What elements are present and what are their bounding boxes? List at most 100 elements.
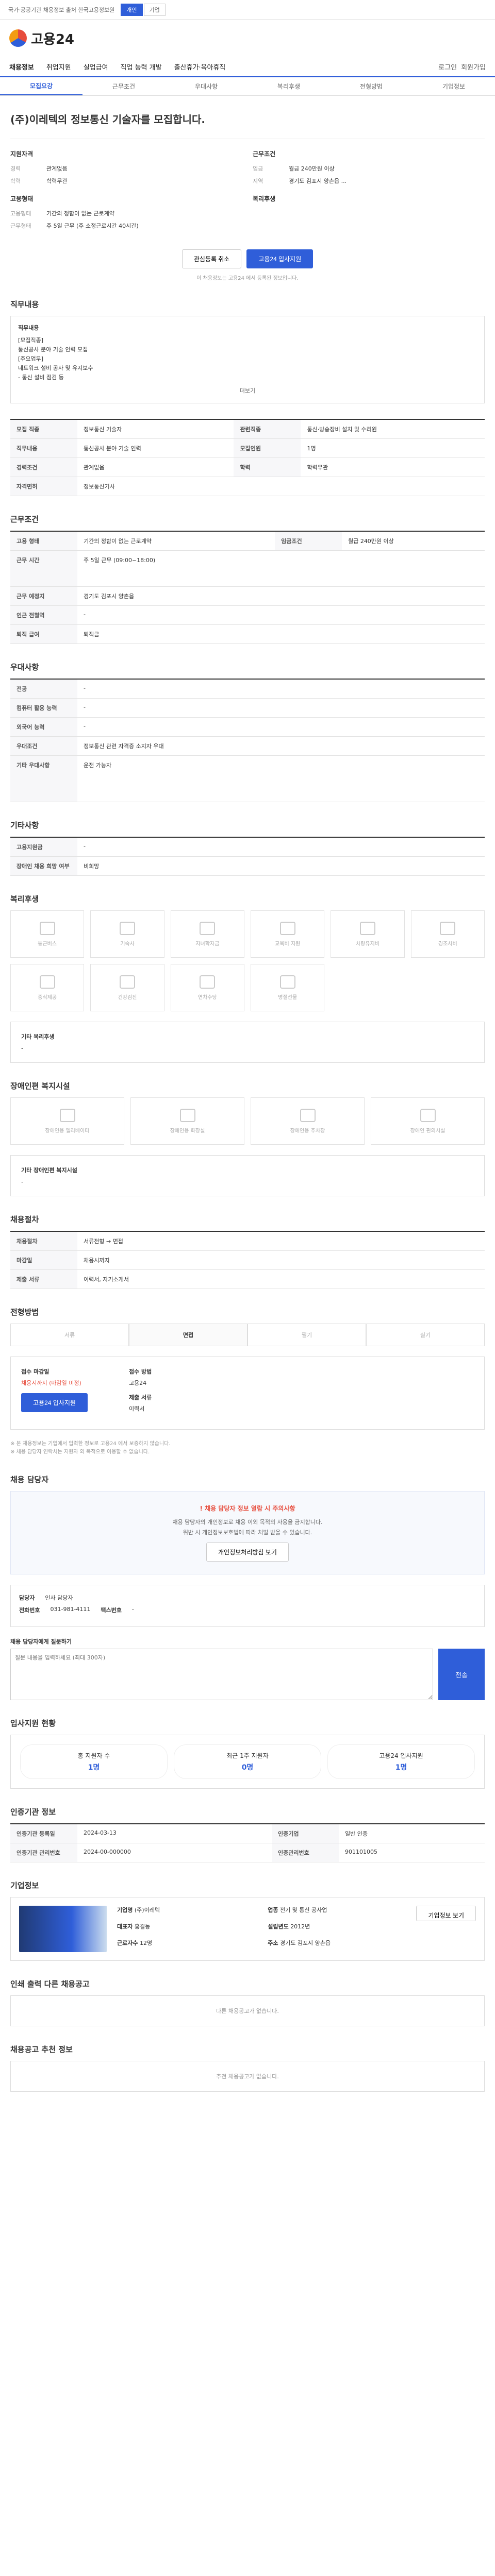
table-row: 장애인 채용 희망 여부 비희망	[10, 856, 485, 876]
section-title: 기타사항	[10, 821, 39, 830]
apply-button[interactable]: 고용24 입사지원	[246, 249, 314, 268]
table-row: 컴퓨터 활용 능력 -	[10, 698, 485, 718]
education-icon	[279, 921, 295, 935]
welfare-item: 통근버스	[10, 910, 85, 958]
section-title: 채용절차	[10, 1215, 39, 1224]
process-table: 채용절차 서류전형 → 면접 마감일 채용시까지 제출 서류 이력서, 자기소개서	[10, 1231, 485, 1289]
stat-card: 고용24 입사지원 1명	[327, 1744, 475, 1779]
section-title: 인쇄 출력 다른 채용공고	[10, 1979, 90, 1989]
step-document: 서류	[10, 1324, 129, 1346]
table-row: 제출 서류 이력서, 자기소개서	[10, 1269, 485, 1289]
notice-text: ※ 채용 담당자 연락처는 지원자 외 목적으로 이용할 수 없습니다.	[10, 1449, 150, 1455]
question-input[interactable]	[10, 1649, 433, 1700]
contact-box: 담당자 인사 담당자 전화번호 031-981-4111 팩스번호 -	[10, 1585, 485, 1627]
nav-benefit[interactable]: 실업급여	[77, 62, 114, 72]
car-icon	[359, 921, 375, 935]
present-icon	[279, 975, 295, 989]
recruit-table: 모집 직종 정보통신 기술자 관련직종 통신·방송장비 설치 및 수리원 직무내용 통신…	[10, 419, 485, 496]
table-row: 근무 예정지 경기도 김포시 양촌읍	[10, 586, 485, 606]
privacy-alert: ! 채용 담당자 정보 열람 시 주의사항 채용 담당자의 개인정보로 채용 이…	[10, 1491, 485, 1574]
welfare-icons: 통근버스 기숙사 자녀학자금 교육비 지원 차량유지비 경조사비 중식제공 건강…	[10, 910, 485, 1011]
send-button[interactable]: 전송	[438, 1649, 485, 1700]
login-link[interactable]: 로그인	[438, 62, 457, 72]
header: 고용24	[0, 20, 495, 57]
tab-preferences[interactable]: 우대사항	[165, 77, 248, 95]
wheelchair-icon	[420, 1108, 436, 1122]
table-row: 근무 시간 주 5일 근무 (09:00~18:00)	[10, 550, 485, 587]
welfare-item: 연차수당	[170, 964, 244, 1011]
health-icon	[119, 975, 135, 989]
page-title: (주)이레텍의 정보통신 기술자를 모집합니다.	[10, 113, 205, 126]
application-stats: 총 지원자 수 1명 최근 1주 지원자 0명 고용24 입사지원 1명	[10, 1735, 485, 1789]
table-row: 우대조건 정보통신 관련 자격증 소지자 우대	[10, 736, 485, 756]
table-row: 전공 -	[10, 679, 485, 699]
section-title: 근무조건	[10, 515, 39, 524]
welfare-heading: 복리후생	[253, 195, 276, 202]
welfare-item: 중식제공	[10, 964, 85, 1011]
summary-row: 경력 관계없음	[10, 165, 68, 172]
accessibility-icons: 장애인용 엘리베이터 장애인용 화장실 장애인용 주차장 장애인 편의시설	[10, 1097, 485, 1145]
nav-jobs[interactable]: 채용정보	[3, 62, 40, 72]
action-buttons: 관심등록 취소 고용24 입사지원	[10, 249, 485, 268]
restroom-icon	[179, 1108, 195, 1122]
section-title: 채용 담당자	[10, 1475, 49, 1484]
empty-state: 다른 채용공고가 없습니다.	[10, 1995, 485, 2026]
table-row: 인증기관 등록일 2024-03-13 인증기업 일반 인증	[10, 1824, 485, 1843]
nav-leave[interactable]: 출산휴가·육아휴직	[168, 62, 232, 72]
summary-row: 임금 월급 240만원 이상	[253, 165, 335, 172]
tab-selection[interactable]: 전형방법	[330, 77, 412, 95]
tab-company[interactable]: 기업정보	[412, 77, 495, 95]
gift-icon	[440, 921, 456, 935]
access-item: 장애인 편의시설	[371, 1097, 485, 1145]
job-description-box: 직무내용 [모집직종] 통신공사 분야 기술 인력 모집 [주요업무] 네트워크…	[10, 316, 485, 403]
qualification-heading: 지원자격	[10, 150, 34, 158]
logo-icon[interactable]	[9, 29, 27, 47]
top-bar: 국가·공공기관 채용정보 출처 한국고용정보원 개인 기업	[0, 0, 495, 20]
source-note: 이 채용정보는 고용24 에서 등록된 정보입니다.	[196, 276, 299, 281]
table-row: 퇴직 급여 퇴직금	[10, 624, 485, 644]
step-practical: 실기	[366, 1324, 485, 1346]
section-title: 인증기관 정보	[10, 1807, 56, 1817]
table-row: 인증기관 관리번호 2024-00-000000 인증관리번호 901101005	[10, 1843, 485, 1862]
question-label: 채용 담당자에게 질문하기	[10, 1638, 72, 1645]
tab-benefits[interactable]: 복리후생	[248, 77, 330, 95]
nav-support[interactable]: 취업지원	[40, 62, 77, 72]
nav-training[interactable]: 직업 능력 개발	[114, 62, 168, 72]
company-info-button[interactable]: 기업정보 보기	[416, 1906, 476, 1921]
section-tabs: 모집요강 근무조건 우대사항 복리후생 전형방법 기업정보	[0, 77, 495, 96]
table-row: 채용절차 서류전형 → 면접	[10, 1231, 485, 1251]
welfare-item: 자녀학자금	[170, 910, 244, 958]
user-type-toggle: 개인 기업	[121, 3, 166, 16]
stat-card: 총 지원자 수 1명	[20, 1744, 168, 1779]
expand-button[interactable]: 더보기	[18, 386, 477, 396]
signup-link[interactable]: 회원가입	[461, 62, 486, 72]
bus-icon	[39, 921, 55, 935]
tab-conditions[interactable]: 근무조건	[82, 77, 165, 95]
logo-text[interactable]: 고용24	[31, 29, 74, 48]
money-icon	[200, 975, 216, 989]
preferences-table: 전공 - 컴퓨터 활용 능력 - 외국어 능력 - 우대조건 정보통신 관련 자격증 소…	[10, 679, 485, 802]
table-row: 마감일 채용시까지	[10, 1250, 485, 1270]
section-title: 우대사항	[10, 663, 39, 672]
selection-steps: 서류 면접 필기 실기	[10, 1324, 485, 1346]
tab-business[interactable]: 기업	[143, 3, 166, 16]
section-title: 전형방법	[10, 1308, 39, 1317]
summary-row: 지역 경기도 김포시 양촌읍 ...	[253, 178, 347, 184]
apply-button-2[interactable]: 고용24 입사지원	[21, 1393, 88, 1412]
tab-recruit[interactable]: 모집요강	[0, 77, 82, 95]
employment-heading: 고용형태	[10, 195, 34, 202]
question-form: 전송	[10, 1649, 485, 1700]
table-row: 경력조건 관계없음 학력 학력무관	[10, 457, 485, 477]
bookmark-button[interactable]: 관심등록 취소	[182, 249, 242, 268]
tab-personal[interactable]: 개인	[121, 3, 143, 16]
meal-icon	[39, 975, 55, 989]
section-title: 입사지원 현황	[10, 1719, 56, 1728]
table-row: 고용지원금 -	[10, 837, 485, 857]
welfare-item: 기숙사	[90, 910, 164, 958]
house-icon	[119, 921, 135, 935]
summary-row: 학력 학력무관	[10, 178, 68, 184]
table-row: 외국어 능력 -	[10, 717, 485, 737]
access-item: 장애인용 화장실	[130, 1097, 244, 1145]
privacy-policy-button[interactable]: 개인정보처리방침 보기	[206, 1543, 289, 1562]
table-row: 자격면허 정보통신기사	[10, 477, 485, 496]
